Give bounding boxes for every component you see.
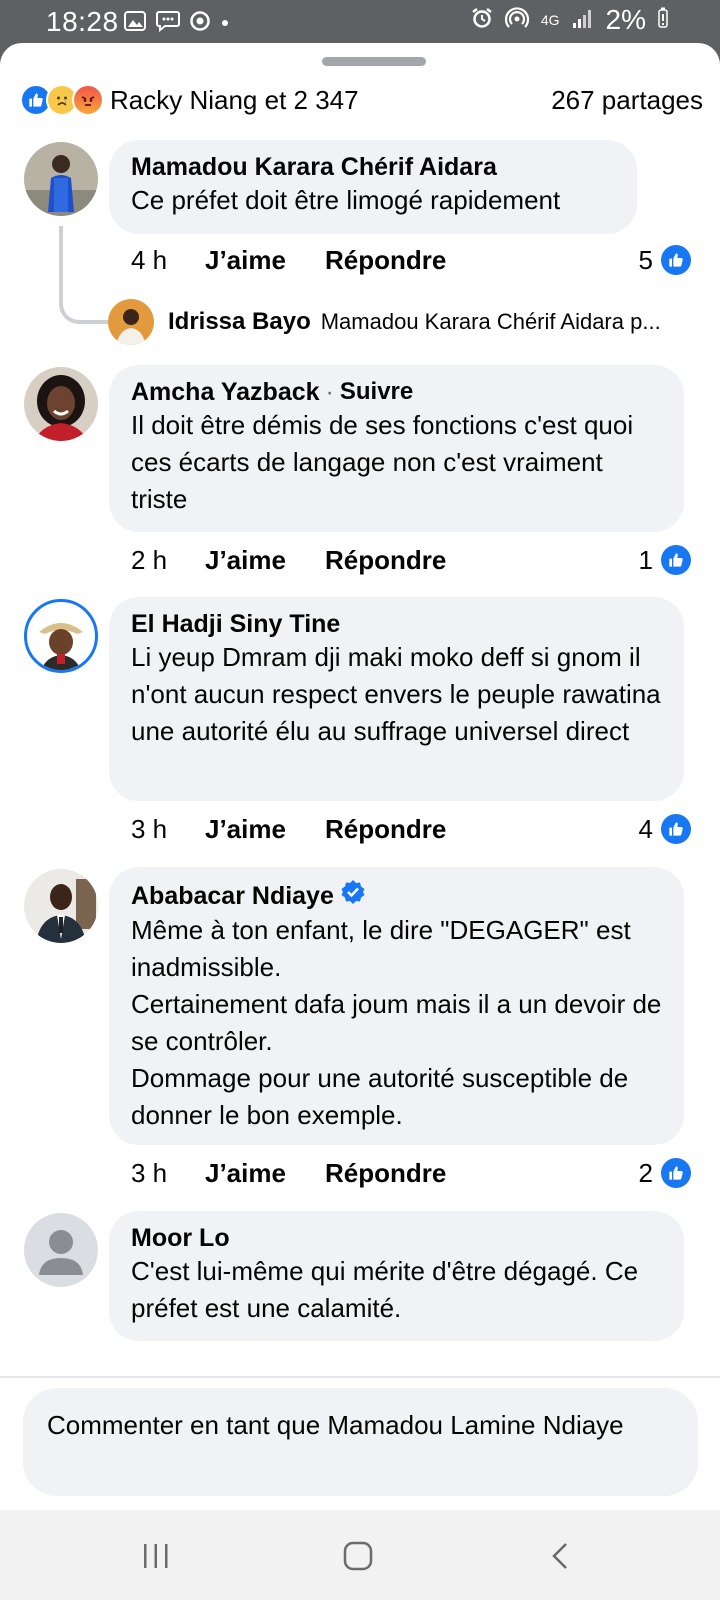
like-count[interactable]: 5 <box>639 245 691 276</box>
comment-age[interactable]: 3 h <box>131 814 205 845</box>
battery-percent: 2% <box>605 4 646 35</box>
reply-author[interactable]: Idrissa Bayo <box>168 308 311 336</box>
comment-bubble[interactable]: Mamadou Karara Chérif Aidara Ce préfet d… <box>109 140 637 234</box>
network-type: 4G <box>540 12 560 28</box>
reply-button[interactable]: Répondre <box>325 245 446 276</box>
message-icon <box>156 10 180 37</box>
comment-author[interactable]: Moor Lo <box>131 1223 662 1253</box>
drag-handle[interactable] <box>322 57 426 66</box>
like-button[interactable]: J’aime <box>205 814 325 845</box>
reply-button[interactable]: Répondre <box>325 814 446 845</box>
divider <box>0 1376 720 1378</box>
signal-icon <box>572 7 594 34</box>
status-time: 18:28 <box>46 6 119 37</box>
like-count[interactable]: 1 <box>639 545 691 576</box>
like-badge-icon <box>661 245 691 275</box>
battery-icon <box>658 7 668 34</box>
comment-author[interactable]: Mamadou Karara Chérif Aidara <box>131 152 615 182</box>
avatar[interactable] <box>24 599 98 673</box>
comment-bubble[interactable]: Ababacar Ndiaye Même à ton enfant, le di… <box>109 867 684 1145</box>
avatar[interactable] <box>24 142 98 216</box>
back-button[interactable] <box>540 1538 580 1574</box>
comment-author[interactable]: Ababacar Ndiaye <box>131 881 334 911</box>
comment-age[interactable]: 3 h <box>131 1158 205 1189</box>
comment-age[interactable]: 4 h <box>131 245 205 276</box>
comment-author[interactable]: El Hadji Siny Tine <box>131 609 662 639</box>
comments-sheet: Racky Niang et 2 347 267 partages Mamado… <box>0 43 720 1510</box>
reactions-text: Racky Niang et 2 347 <box>110 84 359 115</box>
hotspot-icon <box>504 6 529 34</box>
follow-button[interactable]: Suivre <box>340 377 413 407</box>
like-count[interactable]: 4 <box>639 814 691 845</box>
alarm-icon <box>471 7 493 34</box>
comment-author[interactable]: Amcha Yazback <box>131 377 320 407</box>
reply-button[interactable]: Répondre <box>325 545 446 576</box>
comment-bubble[interactable]: Moor Lo C'est lui-même qui mérite d'être… <box>109 1211 684 1341</box>
reply-preview[interactable]: Idrissa Bayo Mamadou Karara Chérif Aidar… <box>108 299 698 345</box>
navigation-bar <box>0 1510 720 1600</box>
status-bar: 18:28 4G 2% <box>0 0 720 44</box>
shares-count[interactable]: 267 partages <box>551 85 703 116</box>
comment-text: Li yeup Dmram dji maki moko deff si gnom… <box>131 642 661 746</box>
comment-text: Il doit être démis de ses fonctions c'es… <box>131 410 634 514</box>
reply-avatar[interactable] <box>108 299 154 345</box>
comment-bubble[interactable]: Amcha Yazback · Suivre Il doit être démi… <box>109 365 684 532</box>
home-button[interactable] <box>338 1538 378 1574</box>
like-badge-icon <box>661 1158 691 1188</box>
thread-line <box>59 226 109 324</box>
chrome-icon <box>190 11 210 36</box>
like-badge-icon <box>661 814 691 844</box>
reply-button[interactable]: Répondre <box>325 1158 446 1189</box>
like-count[interactable]: 2 <box>639 1158 691 1189</box>
like-button[interactable]: J’aime <box>205 545 325 576</box>
comment-age[interactable]: 2 h <box>131 545 205 576</box>
comment-bubble[interactable]: El Hadji Siny Tine Li yeup Dmram dji mak… <box>109 597 684 801</box>
verified-badge-icon <box>340 879 366 912</box>
comment-text: C'est lui-même qui mérite d'être dégagé.… <box>131 1256 639 1323</box>
gallery-icon <box>124 11 146 36</box>
reactions-summary[interactable]: Racky Niang et 2 347 267 partages <box>20 80 703 120</box>
like-button[interactable]: J’aime <box>205 1158 325 1189</box>
dot-icon <box>220 15 230 33</box>
comment-text: Ce préfet doit être limogé rapidement <box>131 185 561 215</box>
avatar[interactable] <box>24 367 98 441</box>
recent-apps-button[interactable] <box>136 1538 176 1574</box>
like-badge-icon <box>661 545 691 575</box>
reply-snippet: Mamadou Karara Chérif Aidara p... <box>320 309 661 334</box>
comment-input[interactable]: Commenter en tant que Mamadou Lamine Ndi… <box>23 1388 698 1496</box>
comment-text: Même à ton enfant, le dire "DEGAGER" est… <box>131 915 662 1130</box>
angry-reaction-icon <box>72 84 104 116</box>
like-button[interactable]: J’aime <box>205 245 325 276</box>
avatar[interactable] <box>24 1213 98 1287</box>
avatar[interactable] <box>24 869 98 943</box>
